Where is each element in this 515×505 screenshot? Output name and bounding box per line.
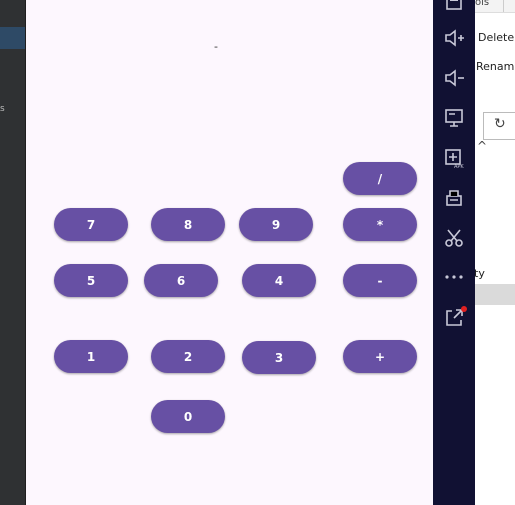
left-panel-marker: s [0, 104, 5, 114]
screenshot-icon[interactable] [443, 0, 465, 14]
ide-side-panel: ols Delete Renam ↻ ^ ty [475, 0, 515, 505]
svg-text:APK: APK [454, 164, 464, 169]
ide-selected-strip[interactable] [475, 284, 515, 305]
one-button[interactable]: 1 [54, 340, 128, 373]
display-icon[interactable] [443, 107, 465, 129]
divide-button[interactable]: / [343, 162, 417, 195]
ide-tab-strip: ols [475, 0, 515, 13]
left-panel-selected-row[interactable] [0, 27, 25, 49]
seven-button[interactable]: 7 [54, 208, 128, 241]
chevron-up-icon[interactable]: ^ [477, 139, 487, 153]
four-button[interactable]: 4 [242, 264, 316, 297]
two-button[interactable]: 2 [151, 340, 225, 373]
multiply-button[interactable]: * [343, 208, 417, 241]
ide-text-fragment: ty [475, 267, 485, 280]
emulator-screen: - / 7 8 9 * 5 6 4 - 1 2 3 + 0 [25, 0, 434, 505]
five-button[interactable]: 5 [54, 264, 128, 297]
more-icon[interactable] [443, 266, 465, 288]
six-button[interactable]: 6 [144, 264, 218, 297]
rename-menu-item[interactable]: Renam [476, 60, 514, 73]
ide-left-panel: s [0, 0, 25, 505]
tab-separator [503, 0, 504, 12]
nine-button[interactable]: 9 [239, 208, 313, 241]
print-icon[interactable] [443, 187, 465, 209]
zero-button[interactable]: 0 [151, 400, 225, 433]
eight-button[interactable]: 8 [151, 208, 225, 241]
volume-up-icon[interactable] [443, 27, 465, 49]
install-apk-icon[interactable]: APK [443, 147, 465, 169]
delete-menu-item[interactable]: Delete [478, 31, 514, 44]
cut-icon[interactable] [443, 227, 465, 249]
ide-tab-label[interactable]: ols [475, 0, 489, 8]
plus-button[interactable]: + [343, 340, 417, 373]
volume-down-icon[interactable] [443, 67, 465, 89]
refresh-icon[interactable]: ↻ [494, 116, 506, 132]
calculator-display: - [214, 40, 218, 53]
notification-dot [461, 306, 467, 312]
three-button[interactable]: 3 [242, 341, 316, 374]
minus-button[interactable]: - [343, 264, 417, 297]
emulator-toolbar: APK [433, 0, 475, 505]
